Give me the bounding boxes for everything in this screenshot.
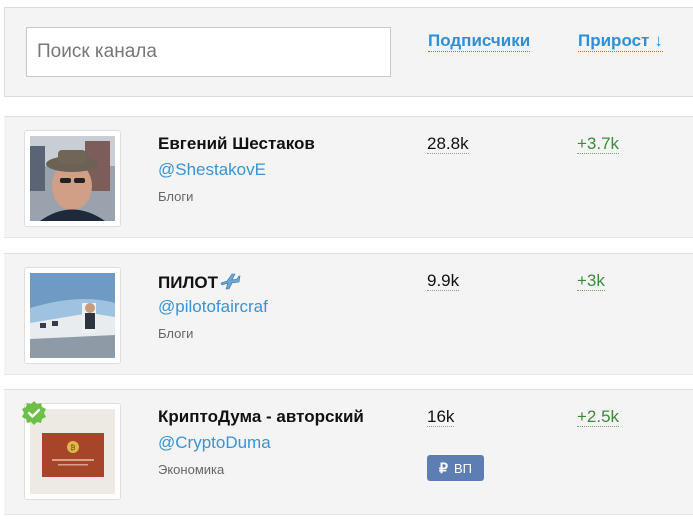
growth-count: +2.5k bbox=[577, 407, 620, 427]
ruble-icon: ₽ bbox=[439, 459, 448, 476]
channel-card: Евгений Шестаков @ShestakovE Блоги 28.8k… bbox=[4, 116, 693, 238]
subscribers-count: 9.9k bbox=[427, 271, 460, 291]
channel-name[interactable]: КриптоДума - авторский bbox=[158, 407, 364, 427]
channel-avatar[interactable] bbox=[24, 267, 121, 364]
airplane-icon bbox=[219, 271, 241, 296]
growth-count: +3k bbox=[577, 271, 605, 291]
svg-text:₿: ₿ bbox=[70, 444, 75, 452]
subscribers-count: 16k bbox=[427, 407, 455, 427]
channel-card: ₿ КриптоДума - авторский @CryptoDuma Эко… bbox=[4, 389, 693, 515]
subscribers-count: 28.8k bbox=[427, 134, 469, 154]
sort-growth-label: Прирост bbox=[578, 31, 650, 50]
channel-name-text: ПИЛОТ bbox=[158, 273, 218, 292]
avatar-photo bbox=[30, 136, 115, 221]
sort-descending-icon: ↓ bbox=[654, 31, 663, 50]
sort-by-subscribers-link[interactable]: Подписчики bbox=[428, 31, 531, 52]
channel-handle-link[interactable]: @ShestakovE bbox=[158, 160, 266, 180]
sort-by-growth-link[interactable]: Прирост ↓ bbox=[578, 31, 663, 52]
channel-card: ПИЛОТ @pilotofaircraf Блоги 9.9k +3k bbox=[4, 253, 693, 375]
channel-handle-link[interactable]: @CryptoDuma bbox=[158, 433, 271, 453]
channel-list-header: Подписчики Прирост↓ bbox=[4, 7, 693, 97]
ad-offer-badge[interactable]: ₽ ВП bbox=[427, 455, 484, 481]
channel-handle-link[interactable]: @pilotofaircraf bbox=[158, 297, 268, 317]
channel-avatar[interactable] bbox=[24, 130, 121, 227]
verified-icon bbox=[22, 401, 46, 425]
ad-offer-label: ВП bbox=[453, 460, 472, 476]
channel-category: Экономика bbox=[158, 462, 225, 477]
avatar-photo bbox=[30, 273, 115, 358]
growth-count: +3.7k bbox=[577, 134, 620, 154]
channel-name[interactable]: ПИЛОТ bbox=[158, 271, 241, 296]
channel-name[interactable]: Евгений Шестаков bbox=[158, 134, 315, 154]
channel-category: Блоги bbox=[158, 326, 194, 341]
search-input[interactable] bbox=[26, 27, 391, 77]
channel-category: Блоги bbox=[158, 189, 194, 204]
channel-avatar[interactable]: ₿ bbox=[22, 401, 121, 500]
